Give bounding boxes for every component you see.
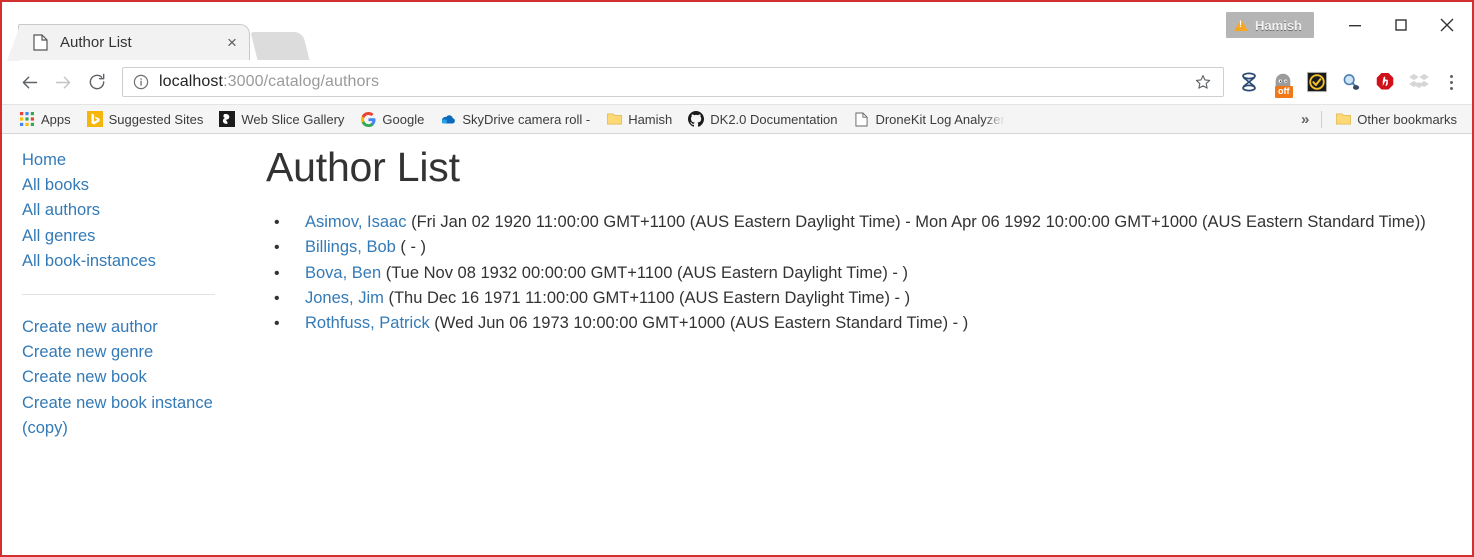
adblock-extension-icon[interactable] bbox=[1370, 67, 1400, 97]
extension-toolbar: off bbox=[1230, 67, 1464, 97]
author-link[interactable]: Jones, Jim bbox=[305, 289, 384, 307]
menu-dot bbox=[1450, 81, 1453, 84]
close-icon[interactable]: × bbox=[223, 34, 241, 52]
list-item: Rothfuss, Patrick (Wed Jun 06 1973 10:00… bbox=[266, 311, 1452, 336]
main-content: Author List Asimov, Isaac (Fri Jan 02 19… bbox=[237, 134, 1472, 530]
sidebar-item-create-new-genre[interactable]: Create new genre bbox=[22, 340, 223, 365]
bookmark-label: DroneKit Log Analyzer bbox=[875, 112, 1004, 127]
tab-placeholder[interactable] bbox=[251, 32, 310, 60]
sidebar-divider bbox=[22, 294, 215, 295]
apps-grid-icon bbox=[19, 111, 35, 127]
sidebar-item-create-new-author[interactable]: Create new author bbox=[22, 315, 223, 340]
warning-triangle-icon bbox=[1234, 19, 1248, 31]
url-host: localhost bbox=[159, 73, 223, 90]
sidebar-item-create-new-book-instance[interactable]: Create new book instance (copy) bbox=[22, 391, 223, 441]
navigation-toolbar: localhost:3000/catalog/authors bbox=[2, 60, 1472, 104]
bookmark-google[interactable]: Google bbox=[353, 108, 431, 130]
bookmark-label: Apps bbox=[41, 112, 71, 127]
bookmarks-divider bbox=[1321, 111, 1322, 128]
tab-strip: Author List × Hamish bbox=[2, 2, 1472, 60]
sliver-mask bbox=[4, 542, 1470, 550]
window-controls: Hamish bbox=[1226, 2, 1470, 48]
close-button[interactable] bbox=[1424, 10, 1470, 40]
profile-button[interactable]: Hamish bbox=[1226, 12, 1314, 38]
menu-dot bbox=[1450, 87, 1453, 90]
bookmark-label: Hamish bbox=[628, 112, 672, 127]
tab-title: Author List bbox=[60, 34, 223, 51]
maximize-button[interactable] bbox=[1378, 10, 1424, 40]
bookmark-suggested-sites[interactable]: Suggested Sites bbox=[80, 108, 211, 130]
page-viewport: Home All books All authors All genres Al… bbox=[2, 134, 1472, 530]
background-window-sliver: slashed teeth of years, woman lives ther… bbox=[4, 542, 1470, 555]
list-item: Bova, Ben (Tue Nov 08 1932 00:00:00 GMT+… bbox=[266, 261, 1452, 286]
reload-button[interactable] bbox=[80, 65, 114, 99]
author-dates: (Tue Nov 08 1932 00:00:00 GMT+1100 (AUS … bbox=[381, 264, 908, 282]
forward-button[interactable] bbox=[46, 65, 80, 99]
bookmark-other-bookmarks[interactable]: Other bookmarks bbox=[1328, 108, 1464, 130]
author-dates: (Fri Jan 02 1920 11:00:00 GMT+1100 (AUS … bbox=[406, 213, 1425, 231]
google-g-icon bbox=[360, 111, 376, 127]
bookmark-label: Google bbox=[382, 112, 424, 127]
bookmark-label: SkyDrive camera roll - bbox=[462, 112, 590, 127]
sidebar-item-all-book-instances[interactable]: All book-instances bbox=[22, 249, 223, 274]
folder-icon bbox=[606, 111, 622, 127]
list-item: Billings, Bob ( - ) bbox=[266, 235, 1452, 260]
folder-icon bbox=[1335, 111, 1351, 127]
url-text: localhost:3000/catalog/authors bbox=[159, 73, 1191, 91]
bookmark-star-icon[interactable] bbox=[1191, 70, 1215, 94]
tab-author-list[interactable]: Author List × bbox=[18, 24, 250, 60]
sidebar-item-create-new-book[interactable]: Create new book bbox=[22, 365, 223, 390]
extension-badge: off bbox=[1275, 86, 1293, 98]
profile-name: Hamish bbox=[1255, 18, 1302, 33]
bookmark-apps[interactable]: Apps bbox=[12, 108, 78, 130]
bookmark-dk2-documentation[interactable]: DK2.0 Documentation bbox=[681, 108, 844, 130]
list-item: Asimov, Isaac (Fri Jan 02 1920 11:00:00 … bbox=[266, 210, 1452, 235]
skydrive-cloud-icon bbox=[440, 111, 456, 127]
page-icon bbox=[853, 111, 869, 127]
author-link[interactable]: Asimov, Isaac bbox=[305, 213, 406, 231]
bookmark-label: DK2.0 Documentation bbox=[710, 112, 837, 127]
minimize-button[interactable] bbox=[1332, 10, 1378, 40]
url-path: :3000/catalog/authors bbox=[223, 73, 379, 90]
bookmark-web-slice-gallery[interactable]: Web Slice Gallery bbox=[212, 108, 351, 130]
bookmark-skydrive-camera-roll[interactable]: SkyDrive camera roll - bbox=[433, 108, 597, 130]
bookmark-dronekit-log-analyzer[interactable]: DroneKit Log Analyzer bbox=[846, 108, 1011, 130]
chrome-menu-button[interactable] bbox=[1438, 67, 1464, 97]
author-dates: (Wed Jun 06 1973 10:00:00 GMT+1000 (AUS … bbox=[430, 314, 969, 332]
browser-window: Author List × Hamish bbox=[0, 0, 1474, 557]
list-item: Jones, Jim (Thu Dec 16 1971 11:00:00 GMT… bbox=[266, 286, 1452, 311]
webslice-icon bbox=[219, 111, 235, 127]
checkmark-extension-icon[interactable] bbox=[1302, 67, 1332, 97]
menu-dot bbox=[1450, 75, 1453, 78]
author-link[interactable]: Bova, Ben bbox=[305, 264, 381, 282]
author-dates: ( - ) bbox=[396, 238, 426, 256]
ghostery-extension-icon[interactable]: off bbox=[1268, 67, 1298, 97]
address-bar[interactable]: localhost:3000/catalog/authors bbox=[122, 67, 1224, 97]
bookmark-label: Suggested Sites bbox=[109, 112, 204, 127]
hourglass-extension-icon[interactable] bbox=[1234, 67, 1264, 97]
sidebar-item-all-genres[interactable]: All genres bbox=[22, 224, 223, 249]
bookmark-folder-hamish[interactable]: Hamish bbox=[599, 108, 679, 130]
github-icon bbox=[688, 111, 704, 127]
bookmark-label: Other bookmarks bbox=[1357, 112, 1457, 127]
sidebar-item-all-authors[interactable]: All authors bbox=[22, 198, 223, 223]
page-icon bbox=[33, 34, 48, 51]
author-list: Asimov, Isaac (Fri Jan 02 1920 11:00:00 … bbox=[266, 210, 1452, 336]
magnifier-extension-icon[interactable] bbox=[1336, 67, 1366, 97]
bookmarks-overflow-button[interactable]: » bbox=[1291, 111, 1319, 128]
dropbox-extension-icon[interactable] bbox=[1404, 67, 1434, 97]
sidebar-item-home[interactable]: Home bbox=[22, 148, 223, 173]
sidebar-navigation: Home All books All authors All genres Al… bbox=[2, 134, 237, 530]
author-link[interactable]: Billings, Bob bbox=[305, 238, 396, 256]
bookmark-label: Web Slice Gallery bbox=[241, 112, 344, 127]
sidebar-item-all-books[interactable]: All books bbox=[22, 173, 223, 198]
author-dates: (Thu Dec 16 1971 11:00:00 GMT+1100 (AUS … bbox=[384, 289, 910, 307]
info-circle-icon[interactable] bbox=[133, 74, 149, 90]
bing-icon bbox=[87, 111, 103, 127]
author-link[interactable]: Rothfuss, Patrick bbox=[305, 314, 430, 332]
bookmarks-bar: Apps Suggested Sites Web Slice Gallery bbox=[2, 104, 1472, 134]
page-title: Author List bbox=[266, 145, 1452, 190]
back-button[interactable] bbox=[12, 65, 46, 99]
